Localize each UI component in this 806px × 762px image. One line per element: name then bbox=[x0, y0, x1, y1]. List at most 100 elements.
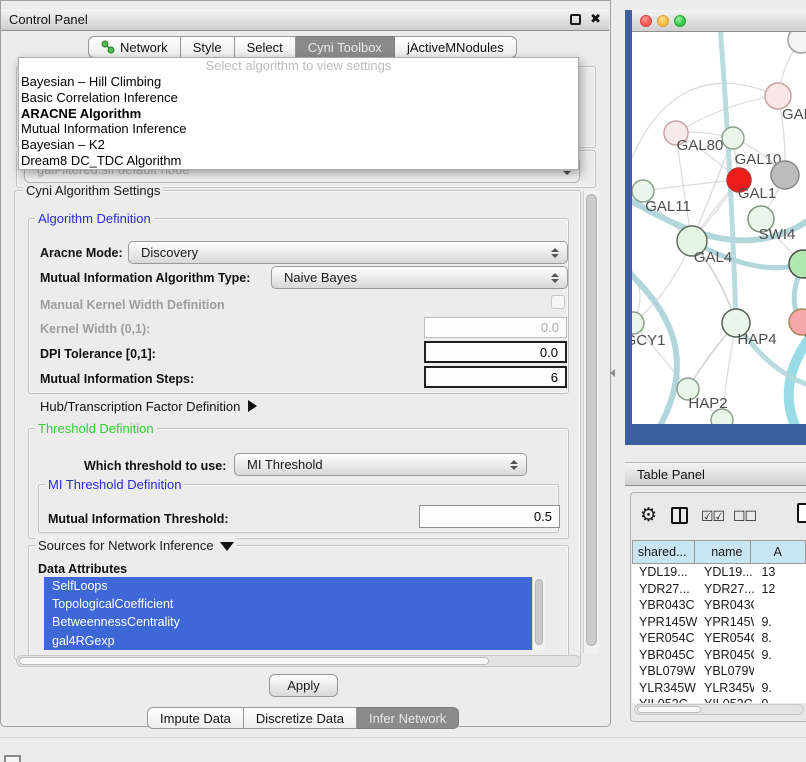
data-attributes-list[interactable]: SelfLoopsTopologicalCoefficientBetweenne… bbox=[44, 577, 532, 650]
dropdown-prompt: Select algorithm to view settings bbox=[19, 58, 578, 74]
table-row[interactable]: YLR345WYLR345W9. bbox=[632, 680, 806, 697]
sources-title-expander[interactable]: Sources for Network Inference bbox=[35, 538, 237, 553]
which-threshold-combobox[interactable]: MI Threshold bbox=[234, 453, 527, 476]
attribute-list-item[interactable]: TopologicalCoefficient bbox=[44, 595, 532, 613]
tab-infer-network[interactable]: Infer Network bbox=[357, 707, 459, 729]
mi-steps-label: Mutual Information Steps: bbox=[40, 372, 194, 386]
network-node-label: GAL11 bbox=[645, 198, 691, 215]
table-column-header[interactable]: A bbox=[751, 540, 806, 564]
tab-style[interactable]: Style bbox=[181, 36, 235, 58]
table-row[interactable]: YDR27...YDR27...12 bbox=[632, 581, 806, 598]
gear-icon[interactable]: ⚙ bbox=[640, 504, 657, 527]
table-cell: YIL052C bbox=[697, 696, 754, 703]
dropdown-item[interactable]: Bayesian – Hill Climbing bbox=[19, 74, 578, 90]
sources-title: Sources for Network Inference bbox=[38, 538, 214, 553]
table-column-header[interactable]: shared... bbox=[632, 540, 695, 564]
dropdown-item[interactable]: Basic Correlation Inference bbox=[19, 90, 578, 106]
apply-button[interactable]: Apply bbox=[269, 674, 338, 697]
mac-zoom-icon[interactable] bbox=[674, 15, 686, 27]
float-panel-icon[interactable] bbox=[570, 14, 581, 25]
network-window-titlebar[interactable] bbox=[632, 10, 806, 32]
kernel-width-value: 0.0 bbox=[541, 320, 559, 335]
table-cell: YER054C bbox=[697, 630, 754, 647]
settings-scrollbar-thumb[interactable] bbox=[586, 194, 597, 646]
cyni-settings-title: Cyni Algorithm Settings bbox=[23, 183, 163, 198]
attributes-scrollbar-thumb[interactable] bbox=[535, 579, 543, 645]
manual-kernel-checkbox[interactable] bbox=[551, 295, 565, 309]
close-panel-icon[interactable]: ✖ bbox=[590, 11, 601, 27]
table-row[interactable]: YIL052CYIL052C9 bbox=[632, 696, 806, 703]
tab-label: jActiveMNodules bbox=[407, 40, 504, 55]
application-root: Control Panel ✖ Network StyleSelectCyni T… bbox=[0, 0, 806, 762]
dpi-tolerance-input[interactable]: 0.0 bbox=[424, 341, 567, 363]
network-node-swi4[interactable] bbox=[789, 250, 806, 278]
dropdown-item[interactable]: Dream8 DC_TDC Algorithm bbox=[19, 153, 578, 169]
splitter-collapse-icon[interactable] bbox=[610, 369, 615, 377]
network-node[interactable] bbox=[788, 32, 806, 53]
table-row[interactable]: YER054CYER054C8. bbox=[632, 630, 806, 647]
attributes-scrollbar[interactable] bbox=[532, 577, 545, 650]
network-frame-bottom bbox=[625, 424, 806, 445]
network-node-gal10[interactable] bbox=[722, 127, 744, 149]
tab-network[interactable]: Network bbox=[88, 36, 181, 58]
network-icon bbox=[101, 40, 115, 54]
attribute-list-item[interactable]: gal4RGexp bbox=[44, 632, 532, 650]
control-panel-title: Control Panel bbox=[9, 12, 88, 27]
mi-steps-input[interactable]: 6 bbox=[424, 366, 567, 388]
restore-panel-icon[interactable] bbox=[4, 755, 21, 762]
settings-vertical-scrollbar[interactable] bbox=[583, 191, 599, 653]
data-attributes-label: Data Attributes bbox=[38, 562, 127, 576]
tab-cyni-toolbox[interactable]: Cyni Toolbox bbox=[296, 36, 395, 58]
settings-horizontal-scrollbar[interactable] bbox=[16, 655, 581, 667]
hub-definition-expander[interactable]: Hub/Transcription Factor Definition bbox=[40, 399, 257, 414]
tab-jactivemnodules[interactable]: jActiveMNodules bbox=[395, 36, 517, 58]
tab-discretize-data[interactable]: Discretize Data bbox=[244, 707, 357, 729]
mac-minimize-icon[interactable] bbox=[657, 15, 669, 27]
export-table-icon[interactable] bbox=[797, 503, 806, 523]
network-edge[interactable] bbox=[643, 180, 739, 191]
table-cell: YBR043C bbox=[697, 597, 754, 614]
dropdown-item[interactable]: Mutual Information Inference bbox=[19, 121, 578, 137]
mi-threshold-input[interactable]: 0.5 bbox=[419, 505, 560, 528]
tab-label: Network bbox=[120, 40, 168, 55]
dropdown-item[interactable]: ARACNE Algorithm bbox=[19, 106, 578, 122]
table-row[interactable]: YBR045CYBR045C9. bbox=[632, 647, 806, 664]
table-cell: YBL079W bbox=[697, 663, 754, 680]
table-row[interactable]: YBR043CYBR043C bbox=[632, 597, 806, 614]
control-panel-titlebar[interactable]: Control Panel ✖ bbox=[1, 9, 609, 31]
dropdown-item[interactable]: Bayesian – K2 bbox=[19, 137, 578, 153]
table-panel-title: Table Panel bbox=[637, 467, 705, 482]
tab-select[interactable]: Select bbox=[235, 36, 296, 58]
attribute-list-item[interactable]: BetweennessCentrality bbox=[44, 613, 532, 631]
dpi-tolerance-value: 0.0 bbox=[540, 345, 558, 360]
mi-type-combobox[interactable]: Naive Bayes bbox=[271, 266, 568, 289]
network-node[interactable] bbox=[711, 409, 733, 424]
stepper-arrows-icon bbox=[551, 248, 559, 258]
column-layout-icon[interactable] bbox=[671, 507, 688, 524]
deselect-all-checkboxes-icon[interactable]: ☐☐ bbox=[733, 508, 756, 525]
table-panel-titlebar[interactable]: Table Panel bbox=[625, 462, 806, 486]
table-hscrollbar-thumb[interactable] bbox=[637, 706, 701, 713]
tab-impute-data[interactable]: Impute Data bbox=[147, 707, 244, 729]
tab-label: Discretize Data bbox=[256, 711, 344, 726]
table-column-header[interactable]: name bbox=[695, 540, 751, 564]
network-view-canvas[interactable]: GALGAL80GAL10GAL1GAL11GAL4SWI4GCY1HAP4YH… bbox=[632, 32, 806, 424]
aracne-mode-combobox[interactable]: Discovery bbox=[128, 241, 568, 264]
table-row[interactable]: YDL19...YDL19...13 bbox=[632, 564, 806, 581]
network-node-label: SWI4 bbox=[759, 226, 796, 243]
table-cell: YBR045C bbox=[632, 647, 697, 664]
table-cell: 13 bbox=[754, 564, 806, 581]
settings-hscrollbar-thumb[interactable] bbox=[19, 657, 489, 665]
node-attribute-table[interactable]: shared...nameA YDL19...YDL19...13YDR27..… bbox=[632, 540, 806, 703]
apply-button-label: Apply bbox=[287, 678, 320, 693]
table-row[interactable]: YBL079WYBL079W bbox=[632, 663, 806, 680]
kernel-width-input[interactable]: 0.0 bbox=[424, 317, 567, 338]
mac-close-icon[interactable] bbox=[640, 15, 652, 27]
attribute-list-item[interactable]: SelfLoops bbox=[44, 577, 532, 595]
mi-type-value: Naive Bayes bbox=[284, 270, 357, 285]
table-horizontal-scrollbar[interactable] bbox=[634, 704, 804, 715]
select-all-checkboxes-icon[interactable]: ☑☑ bbox=[701, 508, 724, 525]
table-row[interactable]: YPR145WYPR145W9. bbox=[632, 614, 806, 631]
algorithm-dropdown-list: Select algorithm to view settings Bayesi… bbox=[18, 57, 579, 170]
expand-down-icon bbox=[220, 542, 234, 551]
